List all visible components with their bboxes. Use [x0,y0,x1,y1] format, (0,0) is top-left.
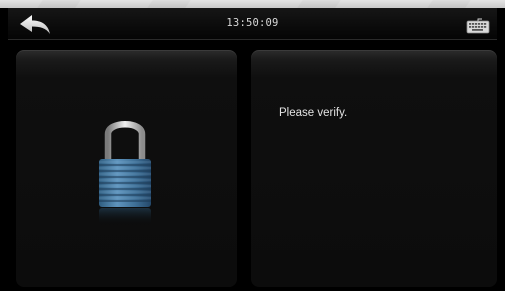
keyboard-icon [466,18,490,34]
keyboard-button[interactable] [466,18,490,34]
message-panel: Please verify. [251,50,497,287]
lock-panel [16,50,237,287]
status-bar: 13:50:09 [8,8,497,40]
top-decorative-strip [0,0,505,8]
verify-message: Please verify. [279,107,348,119]
padlock-icon [96,117,154,227]
clock: 13:50:09 [226,17,279,29]
verification-screen: 13:50:09 Please verify. [0,0,505,291]
